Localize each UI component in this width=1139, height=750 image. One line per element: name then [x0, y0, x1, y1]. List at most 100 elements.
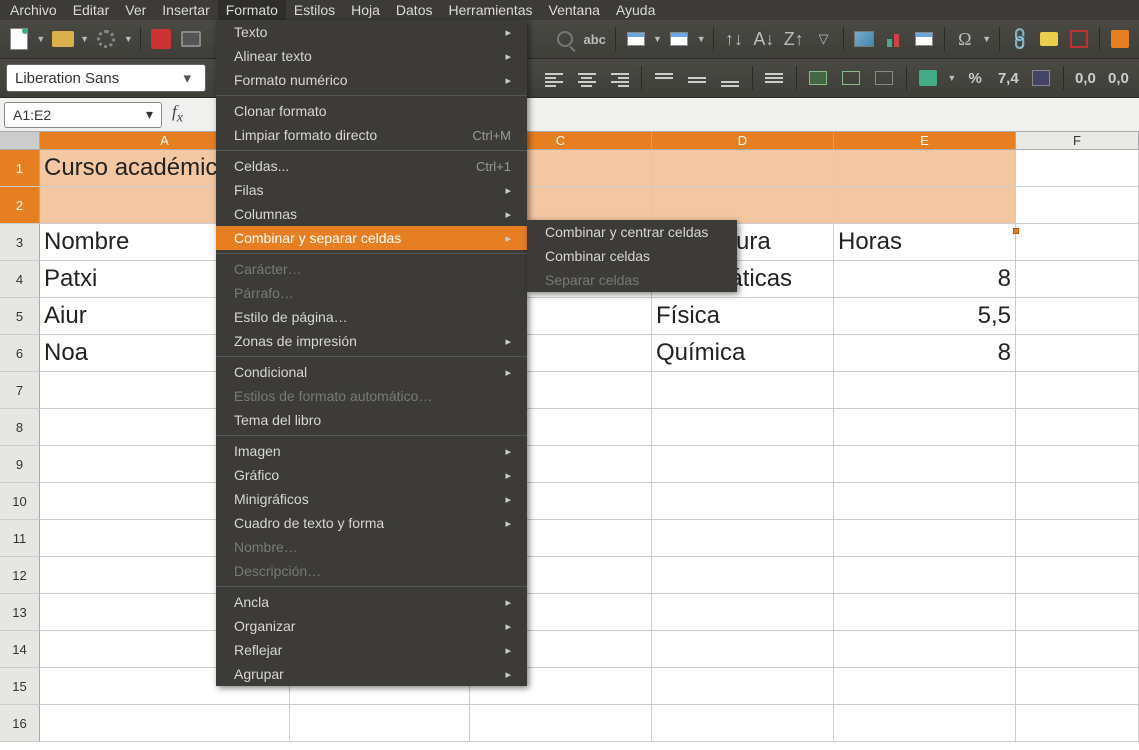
cell-F13[interactable]	[1016, 594, 1139, 631]
cell-D8[interactable]	[652, 409, 834, 446]
cell-E13[interactable]	[834, 594, 1016, 631]
save-button[interactable]	[94, 26, 120, 52]
cell-F15[interactable]	[1016, 668, 1139, 705]
row-header-3[interactable]: 3	[0, 224, 40, 261]
row-header-8[interactable]: 8	[0, 409, 40, 446]
row-header-1[interactable]: 1	[0, 150, 40, 187]
row-header-13[interactable]: 13	[0, 594, 40, 631]
row-header-11[interactable]: 11	[0, 520, 40, 557]
chart-button[interactable]	[881, 26, 907, 52]
save-dropdown[interactable]: ▼	[123, 34, 133, 44]
cell-D9[interactable]	[652, 446, 834, 483]
cell-F9[interactable]	[1016, 446, 1139, 483]
menuitem[interactable]: Celdas...Ctrl+1	[216, 154, 527, 178]
row-header-14[interactable]: 14	[0, 631, 40, 668]
cell-D13[interactable]	[652, 594, 834, 631]
cell-D14[interactable]	[652, 631, 834, 668]
menuitem[interactable]: Alinear texto	[216, 44, 527, 68]
row-header-2[interactable]: 2	[0, 187, 40, 224]
cell-D16[interactable]	[652, 705, 834, 742]
cell-F8[interactable]	[1016, 409, 1139, 446]
menu-estilos[interactable]: Estilos	[286, 0, 343, 20]
row-header-7[interactable]: 7	[0, 372, 40, 409]
cell-F4[interactable]	[1016, 261, 1139, 298]
cell-D2[interactable]	[652, 187, 834, 224]
new-doc-button[interactable]	[6, 26, 32, 52]
add-decimal-button[interactable]: 0,0	[1071, 65, 1100, 91]
special-char-dropdown[interactable]: ▼	[982, 34, 992, 44]
sort-asc-button[interactable]: ↑↓	[721, 26, 747, 52]
menu-ver[interactable]: Ver	[117, 0, 154, 20]
menu-insertar[interactable]: Insertar	[154, 0, 217, 20]
col-dropdown[interactable]: ▼	[696, 34, 706, 44]
menu-editar[interactable]: Editar	[65, 0, 118, 20]
valign-top-button[interactable]	[649, 65, 678, 91]
cell-F7[interactable]	[1016, 372, 1139, 409]
image-button[interactable]	[851, 26, 877, 52]
menu-hoja[interactable]: Hoja	[343, 0, 388, 20]
row-header-5[interactable]: 5	[0, 298, 40, 335]
cell-F5[interactable]	[1016, 298, 1139, 335]
percent-button[interactable]: %	[961, 65, 990, 91]
hyperlink-button[interactable]: 🔗	[1007, 26, 1033, 52]
menuitem[interactable]: Gráfico	[216, 463, 527, 487]
row-header-4[interactable]: 4	[0, 261, 40, 298]
open-dropdown[interactable]: ▼	[80, 34, 90, 44]
menu-herramientas[interactable]: Herramientas	[440, 0, 540, 20]
menuitem[interactable]: Imagen	[216, 439, 527, 463]
row-header-16[interactable]: 16	[0, 705, 40, 742]
name-box[interactable]: A1:E2 ▾	[4, 102, 162, 128]
menu-ayuda[interactable]: Ayuda	[608, 0, 663, 20]
cell-F3[interactable]	[1016, 224, 1139, 261]
row-button[interactable]	[623, 26, 649, 52]
font-name-combo[interactable]: Liberation Sans ▾	[6, 64, 206, 92]
menuitem[interactable]: Combinar y separar celdas	[216, 226, 527, 250]
submenu-item[interactable]: Combinar y centrar celdas	[527, 220, 737, 244]
menuitem[interactable]: Limpiar formato directoCtrl+M	[216, 123, 527, 147]
cell-D5[interactable]: Física	[652, 298, 834, 335]
cell-A16[interactable]	[40, 705, 290, 742]
cell-E15[interactable]	[834, 668, 1016, 705]
cell-E16[interactable]	[834, 705, 1016, 742]
cell-F16[interactable]	[1016, 705, 1139, 742]
cell-D15[interactable]	[652, 668, 834, 705]
currency-dropdown[interactable]: ▼	[947, 73, 957, 83]
cell-E14[interactable]	[834, 631, 1016, 668]
cell-E10[interactable]	[834, 483, 1016, 520]
menuitem[interactable]: Formato numérico	[216, 68, 527, 92]
cell-F11[interactable]	[1016, 520, 1139, 557]
print-button[interactable]	[178, 26, 204, 52]
cell-F14[interactable]	[1016, 631, 1139, 668]
valign-middle-button[interactable]	[683, 65, 712, 91]
filter-button[interactable]: ▽	[811, 26, 837, 52]
menuitem[interactable]: Texto	[216, 20, 527, 44]
cell-D10[interactable]	[652, 483, 834, 520]
row-header-6[interactable]: 6	[0, 335, 40, 372]
spellcheck-button[interactable]: abc	[582, 26, 608, 52]
cell-F10[interactable]	[1016, 483, 1139, 520]
menuitem[interactable]: Ancla	[216, 590, 527, 614]
menuitem[interactable]: Zonas de impresión	[216, 329, 527, 353]
menu-archivo[interactable]: Archivo	[2, 0, 65, 20]
merge-cells-button[interactable]	[837, 65, 866, 91]
unmerge-button[interactable]	[870, 65, 899, 91]
menuitem[interactable]: Estilo de página…	[216, 305, 527, 329]
find-button[interactable]	[552, 26, 578, 52]
align-right-button[interactable]	[605, 65, 634, 91]
cell-F2[interactable]	[1016, 187, 1139, 224]
sort-az-button[interactable]: A↓	[751, 26, 777, 52]
date-button[interactable]	[1027, 65, 1056, 91]
menu-ventana[interactable]: Ventana	[541, 0, 608, 20]
merge-button[interactable]	[804, 65, 833, 91]
row-header-12[interactable]: 12	[0, 557, 40, 594]
menu-formato[interactable]: Formato	[218, 0, 286, 20]
cell-E11[interactable]	[834, 520, 1016, 557]
cell-E8[interactable]	[834, 409, 1016, 446]
cell-E3[interactable]: Horas	[834, 224, 1016, 261]
cell-E7[interactable]	[834, 372, 1016, 409]
cell-D6[interactable]: Química	[652, 335, 834, 372]
cell-E5[interactable]: 5,5	[834, 298, 1016, 335]
cell-E12[interactable]	[834, 557, 1016, 594]
cell-D1[interactable]	[652, 150, 834, 187]
cell-F6[interactable]	[1016, 335, 1139, 372]
